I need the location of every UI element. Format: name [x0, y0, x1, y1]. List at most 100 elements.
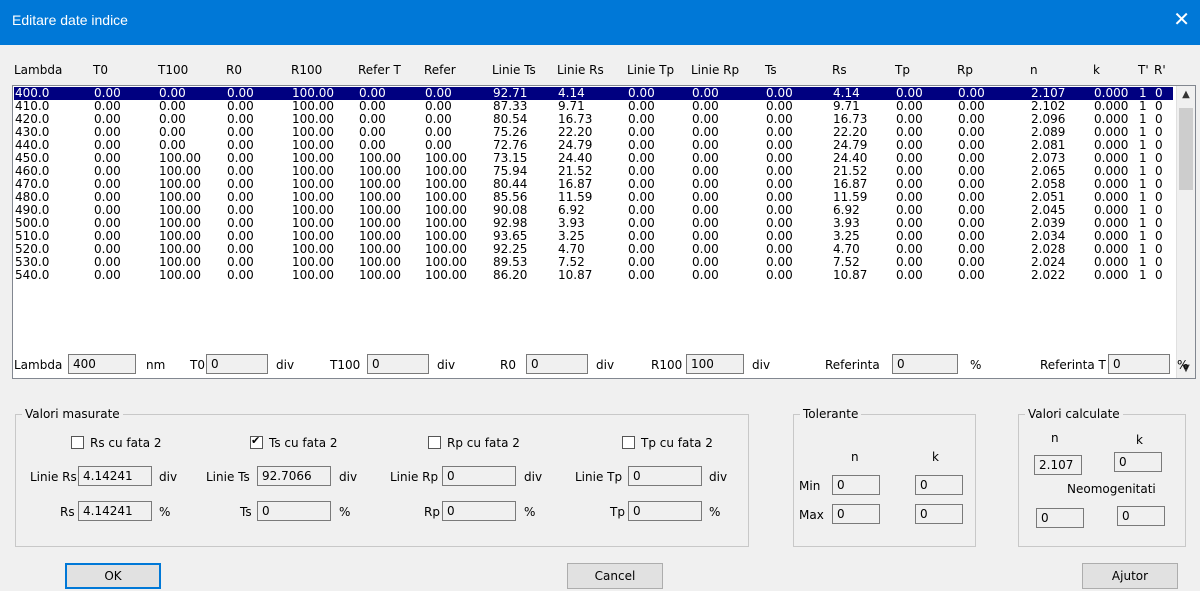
linie-rs-field[interactable]: 4.14241: [78, 466, 152, 486]
ts-label: Ts: [240, 505, 252, 519]
cancel-button[interactable]: Cancel: [567, 563, 663, 589]
ts-field[interactable]: 0: [257, 501, 331, 521]
data-table[interactable]: 400.0 0.00 0.00 0.00 100.00 0.00 0.00 92.71 4.14…: [12, 85, 1196, 379]
column-header: Linie Tp: [627, 63, 675, 77]
checkbox-icon[interactable]: [71, 436, 84, 449]
calculated-values-group: Valori calculate n k 2.107 0 Neomogenita…: [1018, 407, 1186, 547]
table-cell: 100.00: [359, 268, 401, 282]
table-row[interactable]: 430.0 0.00 0.00 0.00 100.00 0.00 0.00 75.26 22.2…: [14, 126, 1173, 139]
min-k-field[interactable]: 0: [915, 475, 963, 495]
rp-face2-checkbox[interactable]: Rp cu fata 2: [428, 436, 520, 450]
help-button[interactable]: Ajutor: [1082, 563, 1178, 589]
table-cell: 100.00: [425, 268, 467, 282]
scrollbar-thumb[interactable]: [1179, 108, 1193, 190]
calculated-n-field[interactable]: 2.107: [1034, 455, 1082, 475]
t100-unit: div: [437, 358, 456, 372]
linie-tp-field[interactable]: 0: [628, 466, 702, 486]
rp-field[interactable]: 0: [442, 501, 516, 521]
neomogenitati-label: Neomogenitati: [1067, 482, 1156, 496]
column-header: R100: [291, 63, 323, 77]
table-cell: 10.87: [833, 268, 868, 282]
table-cell: 0.00: [94, 268, 121, 282]
min-n-field[interactable]: 0: [832, 475, 880, 495]
checkbox-icon[interactable]: [428, 436, 441, 449]
ok-button[interactable]: OK: [65, 563, 161, 589]
r0-field[interactable]: 0: [526, 354, 588, 374]
referinta-unit: %: [970, 358, 982, 372]
t0-label: T0: [190, 358, 205, 372]
checkbox-icon[interactable]: [622, 436, 635, 449]
linie-rs-unit: div: [159, 470, 178, 484]
ts-face2-checkbox[interactable]: Ts cu fata 2: [250, 434, 338, 450]
title-bar[interactable]: Editare date indice ✕: [0, 0, 1200, 45]
t100-field[interactable]: 0: [367, 354, 429, 374]
checkbox-checked-icon[interactable]: [250, 434, 263, 449]
table-cell: 0.00: [766, 268, 793, 282]
table-cell: 100.00: [292, 268, 334, 282]
tolerance-n-label: n: [851, 450, 859, 464]
tolerances-title: Tolerante: [800, 407, 862, 421]
tp-face2-checkbox[interactable]: Tp cu fata 2: [622, 436, 713, 450]
r0-unit: div: [596, 358, 615, 372]
table-row[interactable]: 410.0 0.00 0.00 0.00 100.00 0.00 0.00 87.33 9.71…: [14, 100, 1173, 113]
vertical-scrollbar[interactable]: ▲ ▼: [1176, 86, 1195, 378]
column-header: Refer: [424, 63, 456, 77]
linie-rp-field[interactable]: 0: [442, 466, 516, 486]
tp-label: Tp: [610, 505, 625, 519]
linie-ts-field[interactable]: 92.7066: [257, 466, 331, 486]
referinta-t-label: Referinta T: [1040, 358, 1106, 372]
referinta-label: Referinta: [825, 358, 880, 372]
r0-label: R0: [500, 358, 516, 372]
close-icon[interactable]: ✕: [1173, 9, 1190, 29]
column-header: Tp: [895, 63, 910, 77]
calculated-values-title: Valori calculate: [1025, 407, 1123, 421]
calculated-k-field[interactable]: 0: [1114, 452, 1162, 472]
linie-ts-unit: div: [339, 470, 358, 484]
linie-rp-label: Linie Rp: [390, 470, 439, 484]
max-label: Max: [799, 508, 824, 522]
column-header: n: [1030, 63, 1038, 77]
referinta-field[interactable]: 0: [892, 354, 958, 374]
column-header: Linie Ts: [492, 63, 536, 77]
rs-face2-checkbox[interactable]: Rs cu fata 2: [71, 436, 162, 450]
linie-ts-label: Linie Ts: [206, 470, 250, 484]
tolerances-group: Tolerante n k Min 0 0 Max 0 0: [793, 407, 976, 547]
r100-field[interactable]: 100: [686, 354, 744, 374]
linie-rp-unit: div: [524, 470, 543, 484]
table-cell: 100.00: [159, 268, 201, 282]
t0-unit: div: [276, 358, 295, 372]
table-row[interactable]: 400.0 0.00 0.00 0.00 100.00 0.00 0.00 92.71 4.14…: [14, 87, 1173, 100]
tp-unit: %: [709, 505, 721, 519]
table-cell: 540.0: [15, 268, 50, 282]
t0-field[interactable]: 0: [206, 354, 268, 374]
linie-rs-label: Linie Rs: [30, 470, 77, 484]
max-n-field[interactable]: 0: [832, 504, 880, 524]
table-cell: 0.00: [692, 268, 719, 282]
table-row[interactable]: 540.0 0.00 100.00 0.00 100.00 100.00 100.00 86.…: [14, 269, 1173, 282]
table-row[interactable]: 420.0 0.00 0.00 0.00 100.00 0.00 0.00 80.54 16.7…: [14, 113, 1173, 126]
neomogenitati-field-2[interactable]: 0: [1117, 506, 1165, 526]
neomogenitati-field-1[interactable]: 0: [1036, 508, 1084, 528]
column-header: Refer T: [358, 63, 401, 77]
table-cell: 0.00: [958, 268, 985, 282]
column-header: T': [1138, 63, 1149, 77]
referinta-t-unit: %: [1177, 358, 1189, 372]
max-k-field[interactable]: 0: [915, 504, 963, 524]
tp-field[interactable]: 0: [628, 501, 702, 521]
referinta-t-field[interactable]: 0: [1108, 354, 1170, 374]
rs-label: Rs: [60, 505, 75, 519]
lambda-unit: nm: [146, 358, 166, 372]
table-cell: 0.000: [1094, 268, 1129, 282]
lambda-field[interactable]: 400: [68, 354, 136, 374]
measured-values-group: Valori masurate Rs cu fata 2 Ts cu fata …: [15, 407, 749, 547]
column-header: Ts: [765, 63, 777, 77]
table-cell: 86.20: [493, 268, 528, 282]
column-header: R': [1154, 63, 1166, 77]
column-header: Rs: [832, 63, 847, 77]
scroll-up-icon[interactable]: ▲: [1177, 86, 1195, 104]
ts-unit: %: [339, 505, 351, 519]
column-header: Linie Rs: [557, 63, 604, 77]
column-header: Lambda: [14, 63, 63, 77]
min-label: Min: [799, 479, 821, 493]
rs-field[interactable]: 4.14241: [78, 501, 152, 521]
